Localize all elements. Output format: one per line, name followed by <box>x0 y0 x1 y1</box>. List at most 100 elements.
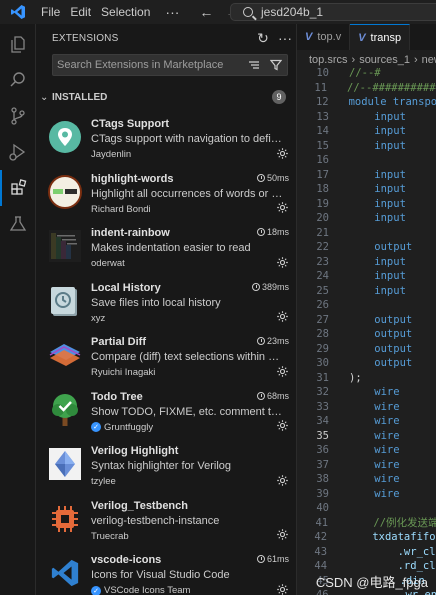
highlight-words-icon <box>48 174 82 209</box>
extension-publisher: Richard Bondi <box>91 204 151 215</box>
activation-time: 61ms <box>256 554 289 564</box>
line-number: 39 <box>316 487 329 500</box>
menu-edit[interactable]: Edit <box>65 0 96 24</box>
tab-label: transp <box>370 31 402 44</box>
line-text: input <box>349 197 406 210</box>
gear-icon[interactable] <box>275 473 289 487</box>
extension-description: Icons for Visual Studio Code <box>91 569 230 581</box>
publisher-name: Ryuichi Inagaki <box>91 367 156 378</box>
gear-icon[interactable] <box>275 364 289 378</box>
gear-icon[interactable] <box>275 310 289 324</box>
publisher-name: tzylee <box>91 476 116 487</box>
verilog-file-icon: V <box>305 31 313 43</box>
command-center-search[interactable]: jesd204b_1 <box>230 3 436 21</box>
extension-item[interactable]: vscode-icons 61ms Icons for Visual Studi… <box>36 550 297 595</box>
menu-more-icon[interactable]: ··· <box>155 4 189 20</box>
chevron-down-icon: ⌄ <box>40 91 49 103</box>
line-number: 33 <box>316 400 329 413</box>
sidebar-header: EXTENSIONS ↻ ··· <box>36 24 296 52</box>
code-line: 21 <box>297 226 436 241</box>
code-view[interactable]: 10 //--# 11 //--########### 12 module transpo… <box>297 66 436 595</box>
code-line: 29 output <box>297 342 436 357</box>
gear-icon[interactable] <box>275 255 289 269</box>
verilog-file-icon: V <box>358 31 366 44</box>
extension-item[interactable]: Verilog Highlight Syntax highlighter for… <box>36 441 297 496</box>
extension-item[interactable]: highlight-words 50ms Highlight all occur… <box>36 169 297 224</box>
extension-description: Save files into local history <box>91 296 221 309</box>
extension-name: CTags Support <box>91 118 170 130</box>
verified-badge-icon: ✓ <box>91 585 101 595</box>
gear-icon[interactable] <box>275 201 289 215</box>
extension-search-box[interactable] <box>52 54 288 76</box>
extension-item[interactable]: Partial Diff 23ms Compare (diff) text se… <box>36 332 297 387</box>
filter-icon[interactable] <box>265 59 287 71</box>
line-text: input <box>349 255 406 268</box>
line-number: 12 <box>315 96 329 109</box>
timing-value: 389ms <box>261 281 289 292</box>
installed-section-header[interactable]: ⌄ INSTALLED 9 <box>36 86 296 108</box>
activation-time: 50ms <box>256 173 289 183</box>
extension-publisher: Jaydenlin <box>91 149 131 160</box>
timing-value: 23ms <box>266 336 289 346</box>
line-number: 27 <box>316 313 329 326</box>
editor-area: V top.v V transp top.srcs › sources_1 › ne… <box>297 24 436 595</box>
todo-tree-icon <box>48 393 82 427</box>
code-line: 40 <box>297 501 436 516</box>
extension-publisher: ✓ VSCode Icons Team <box>91 585 190 595</box>
menu-selection[interactable]: Selection <box>96 0 155 24</box>
extension-publisher: Truecrab <box>91 531 129 542</box>
breadcrumb-item[interactable]: top.srcs <box>309 54 348 66</box>
code-line: 15 input <box>297 139 436 154</box>
gear-icon[interactable] <box>275 146 289 160</box>
line-text: input <box>349 168 406 181</box>
extension-item[interactable]: Verilog_Testbench verilog-testbench-inst… <box>36 496 297 551</box>
extension-item[interactable]: CTags Support CTags support with navigat… <box>36 114 297 169</box>
clear-filter-icon[interactable] <box>243 60 265 70</box>
code-line: 12 module transpo <box>297 95 436 110</box>
vscode-logo-icon[interactable] <box>0 0 36 24</box>
gear-icon[interactable] <box>275 528 289 542</box>
extension-item[interactable]: indent-rainbow 18ms Makes indentation ea… <box>36 223 297 278</box>
gear-icon[interactable] <box>275 419 289 433</box>
line-text: wire <box>349 473 400 486</box>
tab-transport[interactable]: V transp <box>350 24 411 50</box>
testing-flask-icon[interactable] <box>0 206 36 242</box>
explorer-icon[interactable] <box>0 26 36 62</box>
gear-icon[interactable] <box>275 582 289 595</box>
code-line: 31); <box>297 371 436 386</box>
line-text: wire <box>349 487 400 500</box>
local-history-icon <box>48 284 82 318</box>
more-actions-icon[interactable]: ··· <box>274 30 296 46</box>
extension-name: highlight-words <box>91 172 174 185</box>
line-text: input <box>349 110 406 123</box>
back-arrow-icon[interactable]: ← <box>193 4 219 20</box>
menu-file[interactable]: File <box>36 0 65 24</box>
activation-time: 389ms <box>251 281 289 292</box>
breadcrumb-item[interactable]: sources_1 <box>359 54 410 66</box>
run-debug-icon[interactable] <box>0 134 36 170</box>
line-number: 13 <box>316 110 329 123</box>
search-icon[interactable] <box>0 62 36 98</box>
extension-search-input[interactable] <box>57 59 243 71</box>
line-text: input <box>349 270 406 283</box>
line-text: //例化发送端 <box>348 517 436 530</box>
tab-top-v[interactable]: V top.v <box>297 24 351 50</box>
line-text: output <box>349 357 413 370</box>
code-line: 23 input <box>297 255 436 270</box>
publisher-name: Richard Bondi <box>91 203 151 215</box>
extension-description: Syntax highlighter for Verilog <box>91 460 232 472</box>
installed-count-badge: 9 <box>272 90 286 104</box>
line-number: 26 <box>316 299 329 312</box>
extension-item[interactable]: Todo Tree 68ms Show TODO, FIXME, etc. co… <box>36 387 297 442</box>
extension-item[interactable]: Local History 389ms Save files into loca… <box>36 278 297 333</box>
refresh-icon[interactable]: ↻ <box>252 30 274 47</box>
code-line: 27 output <box>297 313 436 328</box>
extensions-icon[interactable] <box>0 170 36 206</box>
ctags-location-pin-icon <box>48 120 82 154</box>
line-number: 11 <box>314 81 328 94</box>
clock-icon <box>256 555 265 563</box>
line-number: 10 <box>316 67 329 80</box>
source-control-icon[interactable] <box>0 98 36 134</box>
breadcrumb-item[interactable]: new <box>422 54 436 66</box>
watermark-text: CSDN @电路_fpga <box>315 575 428 590</box>
